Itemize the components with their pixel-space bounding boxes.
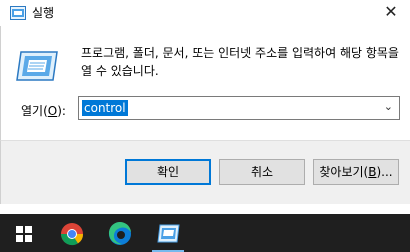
open-label: 열기(O):	[21, 104, 66, 118]
run-icon	[157, 224, 180, 243]
button-bar: 확인 취소 찾아보기(B)...	[0, 140, 410, 204]
run-dialog: 실행 ✕ 프로그램, 폴더, 문서, 또는 인터넷 주소를 입력하여 해당 항목…	[0, 0, 410, 204]
open-input-value[interactable]: control	[82, 100, 128, 116]
edge-icon	[108, 221, 131, 245]
run-icon	[10, 6, 26, 20]
title-bar[interactable]: 실행 ✕	[0, 0, 410, 26]
open-combobox[interactable]: control ⌄	[78, 96, 400, 120]
ok-button[interactable]: 확인	[125, 159, 211, 185]
cancel-button[interactable]: 취소	[219, 159, 305, 185]
close-button[interactable]: ✕	[372, 0, 410, 26]
browse-button[interactable]: 찾아보기(B)...	[313, 159, 399, 185]
taskbar	[0, 214, 410, 252]
description-text: 프로그램, 폴더, 문서, 또는 인터넷 주소를 입력하여 해당 항목을 열 수…	[81, 46, 399, 78]
close-icon: ✕	[384, 2, 398, 21]
chrome-icon	[61, 223, 84, 246]
run-app-icon	[16, 51, 58, 81]
taskbar-chrome[interactable]	[48, 214, 96, 252]
start-button[interactable]	[0, 214, 48, 252]
desktop-gap	[0, 204, 410, 214]
dialog-body: 프로그램, 폴더, 문서, 또는 인터넷 주소를 입력하여 해당 항목을 열 수…	[0, 26, 410, 140]
windows-icon	[16, 226, 32, 242]
taskbar-run[interactable]	[144, 214, 192, 252]
window-title: 실행	[32, 6, 55, 20]
taskbar-edge[interactable]	[96, 214, 144, 252]
chevron-down-icon[interactable]: ⌄	[384, 100, 393, 113]
